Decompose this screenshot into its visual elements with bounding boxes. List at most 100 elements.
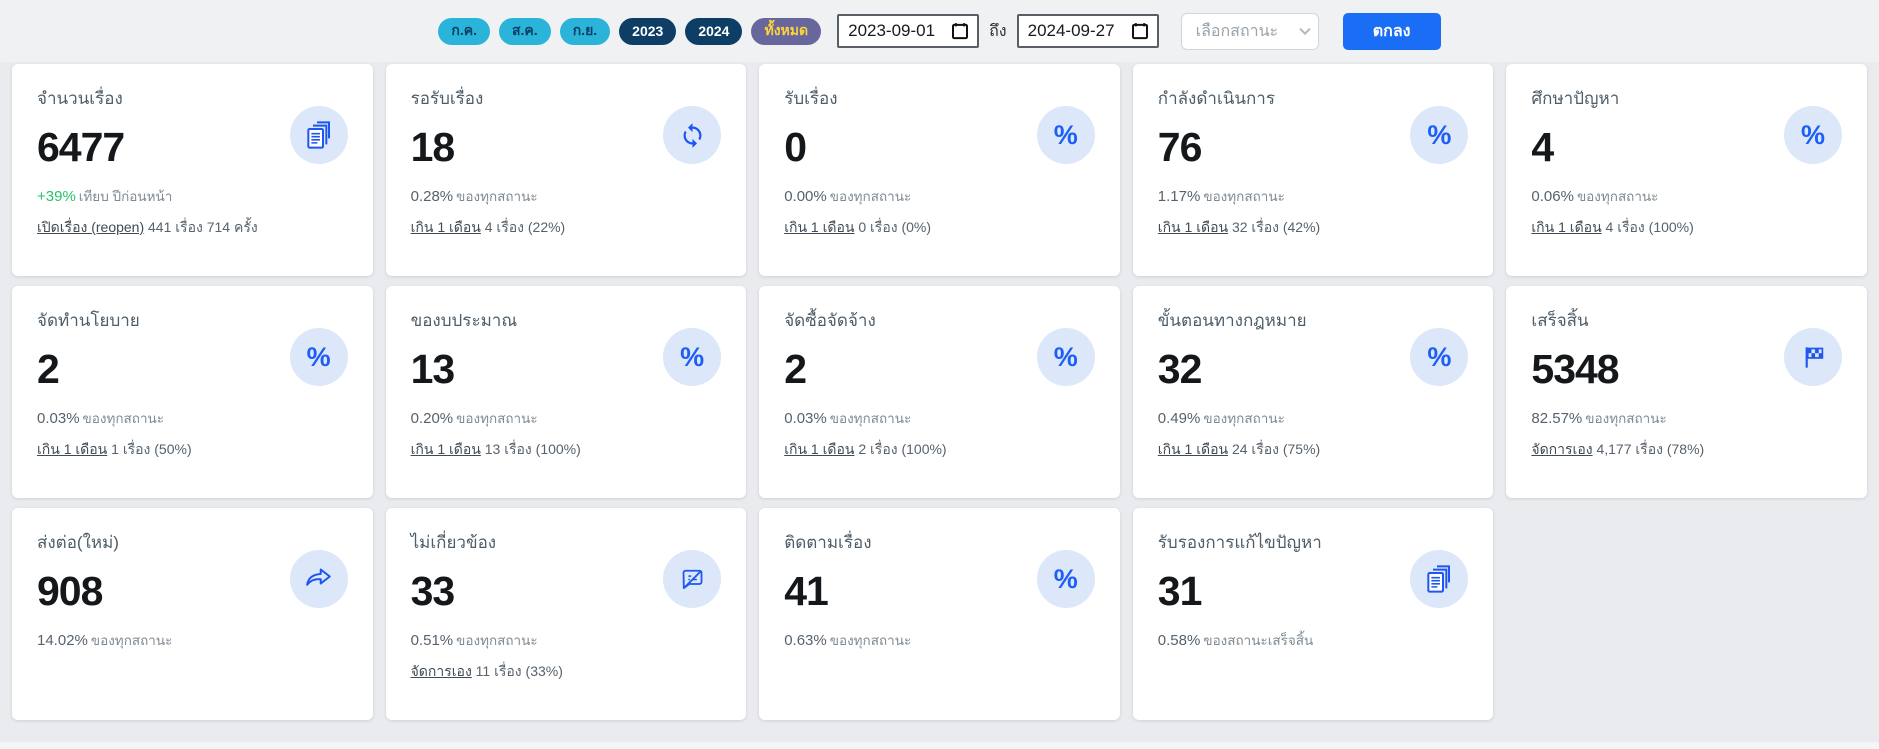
date-to-input[interactable]: 2024-09-27: [1016, 14, 1159, 48]
card-percent-line: 0.51% ของทุกสถานะ: [411, 629, 722, 651]
card-received: รับเรื่อง 0 % 0.00% ของทุกสถานะ เกิน 1 เด…: [759, 64, 1120, 276]
overdue-link[interactable]: เกิน 1 เดือน: [37, 441, 107, 457]
detail-text: 441 เรื่อง 714 ครั้ง: [148, 219, 258, 235]
card-follow-up: ติดตามเรื่อง 41 % 0.63% ของทุกสถานะ: [759, 508, 1120, 720]
detail-text: 4,177 เรื่อง (78%): [1596, 441, 1705, 457]
date-from-input[interactable]: 2023-09-01: [837, 14, 980, 48]
date-range-separator: ถึง: [989, 22, 1007, 40]
card-percent-line: 0.03% ของทุกสถานะ: [37, 407, 348, 429]
card-certified-fix: รับรองการแก้ไขปัญหา 31 0.58% ของสถานะเสร็…: [1132, 508, 1494, 720]
status-select[interactable]: เลือกสถานะ: [1180, 12, 1319, 50]
self-managed-link[interactable]: จัดการเอง: [411, 663, 472, 679]
detail-text: 11 เรื่อง (33%): [475, 663, 563, 679]
percent-label: ของทุกสถานะ: [1576, 189, 1659, 204]
card-title: จัดซื้อจัดจ้าง: [784, 311, 876, 330]
detail-text: 24 เรื่อง (75%): [1231, 441, 1321, 457]
overdue-link[interactable]: เกิน 1 เดือน: [1158, 441, 1228, 457]
calendar-icon[interactable]: [950, 21, 970, 41]
chip-year-2024[interactable]: 2024: [685, 17, 743, 45]
card-title: ส่งต่อ(ใหม่): [37, 533, 119, 552]
percent-value: 0.03%: [784, 410, 827, 427]
chip-month-sep[interactable]: ก.ย.: [559, 17, 611, 45]
card-title: กำลังดำเนินการ: [1157, 89, 1275, 108]
card-forwarded: ส่งต่อ(ใหม่) 908 14.02% ของทุกสถานะ: [12, 508, 373, 720]
detail-text: 2 เรื่อง (100%): [858, 441, 947, 457]
percent-value: 0.63%: [784, 632, 827, 649]
card-detail-line: เกิน 1 เดือน 4 เรื่อง (100%): [1531, 217, 1842, 239]
percent-label: ของทุกสถานะ: [1585, 411, 1667, 426]
self-managed-link[interactable]: จัดการเอง: [1531, 441, 1592, 457]
overdue-link[interactable]: เกิน 1 เดือน: [784, 441, 854, 457]
percent-value: 0.03%: [37, 410, 80, 427]
percent-label: ของทุกสถานะ: [829, 411, 912, 426]
detail-text: 4 เรื่อง (22%): [484, 219, 566, 235]
card-detail-line: เกิน 1 เดือน 4 เรื่อง (22%): [411, 217, 722, 239]
date-to-value: 2024-09-27: [1027, 21, 1115, 40]
percent-value: 0.28%: [410, 188, 454, 205]
card-title: จัดทำนโยบาย: [37, 311, 140, 330]
card-percent-line: 0.03% ของทุกสถานะ: [784, 407, 1095, 429]
percent-value: 0.00%: [784, 188, 827, 205]
card-detail-line: เปิดเรื่อง (reopen) 441 เรื่อง 714 ครั้ง: [37, 217, 348, 239]
status-select-placeholder: เลือกสถานะ: [1195, 22, 1279, 40]
overdue-link[interactable]: เกิน 1 เดือน: [1158, 219, 1228, 235]
card-percent-line: 0.00% ของทุกสถานะ: [784, 185, 1095, 207]
percent-icon: %: [1410, 328, 1469, 386]
percent-value: 82.57%: [1531, 410, 1583, 427]
submit-button[interactable]: ตกลง: [1342, 12, 1441, 50]
percent-label: ของทุกสถานะ: [1203, 411, 1285, 426]
card-title: รอรับเรื่อง: [410, 89, 484, 108]
card-title: ขั้นตอนทางกฎหมาย: [1157, 311, 1307, 330]
reopen-link[interactable]: เปิดเรื่อง (reopen): [37, 219, 144, 235]
overdue-link[interactable]: เกิน 1 เดือน: [411, 219, 481, 235]
card-in-progress: กำลังดำเนินการ 76 % 1.17% ของทุกสถานะ เกิ…: [1132, 64, 1494, 276]
date-from-value: 2023-09-01: [848, 21, 936, 40]
calendar-icon[interactable]: [1130, 21, 1150, 41]
card-policy: จัดทำนโยบาย 2 % 0.03% ของทุกสถานะ เกิน 1 …: [12, 286, 373, 498]
detail-text: 32 เรื่อง (42%): [1231, 219, 1321, 235]
card-detail-line: เกิน 1 เดือน 2 เรื่อง (100%): [784, 439, 1095, 461]
percent-value: 1.17%: [1157, 188, 1201, 205]
refresh-icon: [663, 106, 722, 164]
chip-month-aug[interactable]: ส.ค.: [499, 17, 551, 45]
percent-icon: %: [1036, 550, 1095, 608]
chip-all[interactable]: ทั้งหมด: [751, 17, 822, 45]
card-title: รับรองการแก้ไขปัญหา: [1157, 533, 1322, 552]
trend-label: เทียบ ปีก่อนหน้า: [78, 189, 173, 204]
percent-value: 0.51%: [410, 632, 454, 649]
checkered-flag-icon: [1784, 328, 1842, 386]
chip-year-2023[interactable]: 2023: [619, 17, 677, 45]
card-budget: ของบประมาณ 13 % 0.20% ของทุกสถานะ เกิน 1 …: [385, 286, 747, 498]
overdue-link[interactable]: เกิน 1 เดือน: [784, 219, 854, 235]
card-percent-line: 0.49% ของทุกสถานะ: [1158, 407, 1469, 429]
card-title: ของบประมาณ: [410, 311, 518, 330]
card-procurement: จัดซื้อจัดจ้าง 2 % 0.03% ของทุกสถานะ เกิน…: [759, 286, 1120, 498]
chip-month-jul[interactable]: ก.ค.: [438, 17, 490, 45]
card-detail-line: เกิน 1 เดือน 13 เรื่อง (100%): [411, 439, 722, 461]
card-total-cases: จำนวนเรื่อง 6477 +39% เทียบ ปีก่อนหน้า เป…: [12, 64, 373, 276]
card-detail-line: เกิน 1 เดือน 1 เรื่อง (50%): [37, 439, 348, 461]
chevron-down-icon: [1296, 22, 1314, 40]
card-title: ติดตามเรื่อง: [784, 533, 872, 552]
forward-arrow-icon: [289, 550, 348, 608]
documents-icon: [289, 106, 348, 164]
percent-label: ของทุกสถานะ: [1203, 189, 1285, 204]
card-title: เสร็จสิ้น: [1531, 311, 1589, 330]
detail-text: 0 เรื่อง (0%): [858, 219, 932, 235]
card-detail-line: เกิน 1 เดือน 32 เรื่อง (42%): [1158, 217, 1469, 239]
card-percent-line: 14.02% ของทุกสถานะ: [37, 629, 348, 651]
percent-label: ของทุกสถานะ: [456, 411, 538, 426]
percent-label: ของทุกสถานะ: [90, 633, 173, 648]
percent-label: ของทุกสถานะ: [456, 633, 538, 648]
card-percent-line: 1.17% ของทุกสถานะ: [1158, 185, 1469, 207]
card-percent-line: 0.28% ของทุกสถานะ: [411, 185, 722, 207]
overdue-link[interactable]: เกิน 1 เดือน: [411, 441, 481, 457]
filter-bar: ก.ค. ส.ค. ก.ย. 2023 2024 ทั้งหมด 2023-09…: [0, 0, 1879, 62]
detail-text: 1 เรื่อง (50%): [111, 441, 192, 457]
percent-icon: %: [663, 328, 722, 386]
percent-label: ของทุกสถานะ: [456, 189, 538, 204]
overdue-link[interactable]: เกิน 1 เดือน: [1531, 219, 1601, 235]
card-percent-line: +39% เทียบ ปีก่อนหน้า: [37, 185, 348, 207]
percent-icon: %: [1036, 106, 1095, 164]
percent-value: 0.06%: [1531, 188, 1574, 205]
